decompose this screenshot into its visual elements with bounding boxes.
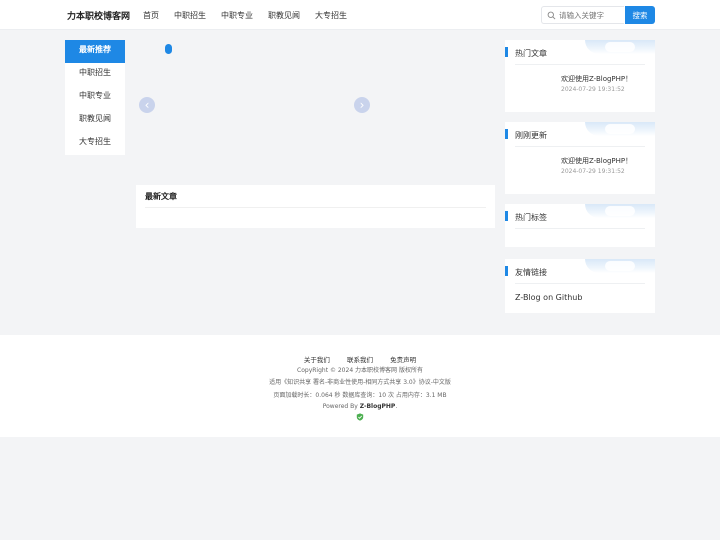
hot-tags-widget: 热门标签 (505, 204, 655, 247)
nav-item-home[interactable]: 首页 (143, 10, 159, 21)
latest-articles-title: 最新文章 (145, 192, 177, 201)
widget-title: 刚刚更新 (515, 131, 547, 140)
search-box (541, 6, 624, 24)
category-sidebar: 最新推荐 中职招生 中职专业 职教见闻 大专招生 (65, 40, 125, 155)
slider-prev-button[interactable]: ‹ (139, 97, 155, 113)
widget-accent-bar (505, 211, 508, 221)
widget-accent-bar (505, 47, 508, 57)
post-date: 2024-07-29 19:31:52 (561, 168, 625, 175)
post-title-link[interactable]: 欢迎使用Z-BlogPHP！ (561, 74, 632, 84)
nav-item-college-enrollment[interactable]: 大专招生 (315, 10, 347, 21)
cloud-decoration (605, 206, 635, 216)
shield-check-icon (356, 413, 364, 421)
slider-pagination-dot[interactable] (165, 44, 172, 54)
footer-link-about[interactable]: 关于我们 (304, 356, 330, 364)
powered-by-suffix: . (395, 403, 398, 410)
cloud-decoration (605, 124, 635, 134)
widget-accent-bar (505, 129, 508, 139)
hot-posts-widget: 热门文章 欢迎使用Z-BlogPHP！ 2024-07-29 19:31:52 (505, 40, 655, 112)
divider (515, 146, 645, 147)
friend-link-zblog-github[interactable]: Z-Blog on Github (515, 293, 582, 302)
divider (515, 228, 645, 229)
post-title-link[interactable]: 欢迎使用Z-BlogPHP！ (561, 156, 632, 166)
main-nav: 首页 中职招生 中职专业 职教见闻 大专招生 (143, 10, 362, 21)
friend-links-widget: 友情链接 Z-Blog on Github (505, 259, 655, 313)
site-logo[interactable]: 力本职校博客网 (67, 9, 130, 22)
sidebar-item-vocational-enrollment[interactable]: 中职招生 (65, 63, 125, 86)
cloud-decoration (605, 42, 635, 52)
nav-item-vocational-majors[interactable]: 中职专业 (221, 10, 253, 21)
divider (515, 283, 645, 284)
sidebar-item-education-news[interactable]: 职教见闻 (65, 109, 125, 132)
search-button[interactable]: 搜索 (625, 6, 655, 24)
footer-links: 关于我们 联系我们 免责声明 (0, 347, 720, 366)
footer-link-contact[interactable]: 联系我们 (347, 356, 373, 364)
site-header: 力本职校博客网 首页 中职招生 中职专业 职教见闻 大专招生 搜索 (0, 0, 720, 30)
search-input[interactable] (559, 9, 621, 22)
widget-accent-bar (505, 266, 508, 276)
divider (145, 207, 486, 208)
sidebar-item-vocational-majors[interactable]: 中职专业 (65, 86, 125, 109)
powered-by-link[interactable]: Z-BlogPHP (360, 403, 396, 410)
site-footer: 关于我们 联系我们 免责声明 CopyRight © 2024 力本职校博客网 … (0, 335, 720, 437)
sidebar-item-latest[interactable]: 最新推荐 (65, 40, 125, 63)
recent-updates-widget: 刚刚更新 欢迎使用Z-BlogPHP！ 2024-07-29 19:31:52 (505, 122, 655, 194)
powered-by-prefix: Powered By (322, 403, 360, 410)
slider-next-button[interactable]: › (354, 97, 370, 113)
widget-title: 热门标签 (515, 213, 547, 222)
powered-by-text: Powered By Z-BlogPHP. (0, 403, 720, 410)
nav-item-vocational-enrollment[interactable]: 中职招生 (174, 10, 206, 21)
sidebar-item-college-enrollment[interactable]: 大专招生 (65, 132, 125, 155)
license-text: 适用《知识共享 署名-非商业性使用-相同方式共享 3.0》协议-中文版 (269, 379, 451, 386)
page-stats-text: 页面加载时长：0.064 秒 数据库查询：10 次 占用内存：3.1 MB (273, 392, 447, 399)
widget-title: 友情链接 (515, 268, 547, 277)
copyright-text: CopyRight © 2024 力本职校博客网 版权所有 (297, 367, 423, 374)
latest-articles-panel: 最新文章 (136, 185, 495, 228)
footer-link-disclaimer[interactable]: 免责声明 (390, 356, 416, 364)
widget-title: 热门文章 (515, 49, 547, 58)
divider (515, 64, 645, 65)
banner-slider: ‹ › (136, 40, 495, 180)
nav-item-education-news[interactable]: 职教见闻 (268, 10, 300, 21)
cloud-decoration (605, 261, 635, 271)
post-date: 2024-07-29 19:31:52 (561, 86, 625, 93)
search-icon (547, 11, 556, 20)
